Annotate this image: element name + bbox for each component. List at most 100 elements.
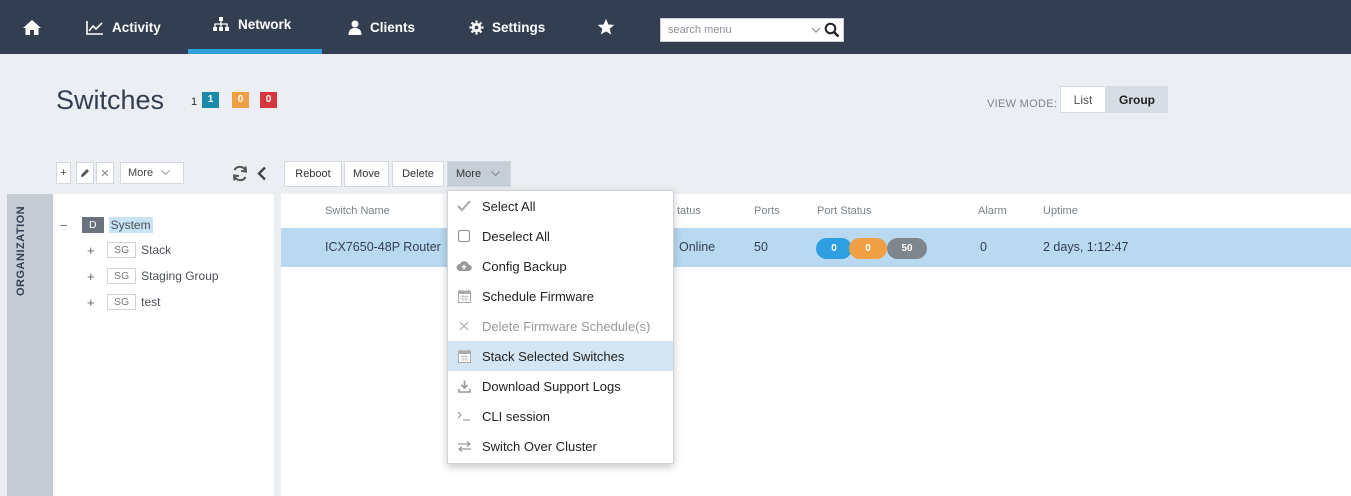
switch-group-tag: SG: [107, 242, 137, 258]
chevron-down-icon: [491, 171, 500, 177]
search-menu-input[interactable]: [661, 19, 801, 41]
menu-item-label: CLI session: [482, 408, 550, 424]
menu-item-config-backup[interactable]: Config Backup: [448, 251, 673, 281]
nav-clients-label: Clients: [370, 19, 416, 35]
menu-item-label: Deselect All: [482, 228, 550, 244]
column-header-port-status[interactable]: Port Status: [817, 205, 871, 217]
nav-network[interactable]: Network: [188, 0, 322, 54]
pencil-icon: [81, 169, 89, 177]
menu-item-deselect-all[interactable]: Deselect All: [448, 221, 673, 251]
status-badge-warning: 0: [232, 92, 249, 108]
organization-tree: [53, 194, 274, 496]
tree-expand-toggle[interactable]: +: [87, 295, 97, 310]
cloud-upload-icon: [456, 258, 472, 274]
calendar-icon: [456, 288, 472, 304]
cell-switch-name[interactable]: ICX7650-48P Router: [325, 240, 441, 254]
left-more-dropdown[interactable]: More: [120, 162, 184, 184]
column-header-switch-name[interactable]: Switch Name: [325, 205, 390, 217]
nav-activity[interactable]: Activity: [86, 0, 161, 54]
menu-item-delete-firmware-schedule[interactable]: Delete Firmware Schedule(s): [448, 311, 673, 341]
more-actions-menu: Select All Deselect All Config Backup Sc…: [447, 190, 674, 464]
reboot-button[interactable]: Reboot: [284, 161, 342, 187]
delete-group-button[interactable]: ✕: [96, 162, 114, 184]
switch-group-tag: SG: [107, 268, 137, 284]
tree-node-stack[interactable]: + SG Stack: [87, 242, 171, 258]
tree-node-test[interactable]: + SG test: [87, 294, 161, 310]
organization-sidebar-tab[interactable]: [7, 194, 53, 496]
tree-expand-toggle[interactable]: +: [87, 243, 97, 258]
menu-item-label: Delete Firmware Schedule(s): [482, 318, 651, 334]
nav-activity-label: Activity: [112, 19, 161, 35]
delete-button[interactable]: Delete: [392, 161, 444, 187]
view-mode-list-button[interactable]: List: [1060, 86, 1106, 113]
move-button[interactable]: Move: [344, 161, 389, 187]
activity-chart-icon: [86, 20, 103, 35]
download-icon: [456, 378, 472, 394]
home-icon[interactable]: [22, 18, 42, 36]
column-header-alarm[interactable]: Alarm: [978, 205, 1007, 217]
organization-label: ORGANIZATION: [15, 205, 27, 296]
column-header-status[interactable]: tatus: [677, 205, 701, 217]
menu-item-label: Stack Selected Switches: [482, 348, 625, 364]
menu-item-download-support-logs[interactable]: Download Support Logs: [448, 371, 673, 401]
collapse-panel-icon[interactable]: [256, 166, 268, 181]
menu-item-label: Download Support Logs: [482, 378, 621, 394]
search-menu-box: [660, 18, 844, 42]
network-icon: [213, 17, 229, 31]
tree-node-label[interactable]: Stack: [141, 243, 171, 257]
port-status-down-pill: 50: [887, 238, 927, 259]
view-mode-label: VIEW MODE:: [987, 98, 1058, 110]
switch-group-tag: SG: [107, 294, 137, 310]
refresh-icon[interactable]: [231, 165, 249, 182]
swap-icon: [456, 438, 472, 454]
user-icon: [348, 20, 362, 35]
switch-count: 1: [191, 96, 198, 108]
menu-item-select-all[interactable]: Select All: [448, 191, 673, 221]
more-actions-dropdown[interactable]: More: [447, 161, 511, 187]
nav-clients[interactable]: Clients: [348, 0, 415, 54]
nav-settings[interactable]: Settings: [469, 0, 545, 54]
column-header-uptime[interactable]: Uptime: [1043, 205, 1078, 217]
tree-collapse-toggle[interactable]: −: [60, 218, 70, 233]
cell-ports: 50: [754, 240, 768, 254]
port-status-warning-pill: 0: [849, 238, 887, 259]
check-icon: [456, 198, 472, 214]
menu-item-schedule-firmware[interactable]: Schedule Firmware: [448, 281, 673, 311]
tree-node-system[interactable]: − D System: [60, 217, 153, 233]
chevron-down-icon: [161, 170, 170, 176]
star-icon[interactable]: [597, 18, 615, 36]
menu-item-cli-session[interactable]: CLI session: [448, 401, 673, 431]
more-actions-label: More: [456, 168, 482, 180]
menu-item-label: Schedule Firmware: [482, 288, 594, 304]
menu-item-label: Switch Over Cluster: [482, 438, 597, 454]
terminal-icon: [456, 408, 472, 424]
status-badge-offline: 0: [260, 92, 277, 108]
edit-group-button[interactable]: [76, 162, 94, 184]
cell-alarm: 0: [980, 240, 987, 254]
chevron-down-icon[interactable]: [811, 25, 821, 35]
search-icon[interactable]: [824, 22, 840, 38]
page-title: Switches: [56, 85, 165, 115]
tree-node-label[interactable]: test: [141, 295, 160, 309]
status-badge-online: 1: [202, 92, 219, 108]
top-navigation-bar: Activity Network Clients Settings: [0, 0, 1351, 54]
port-status-up-pill: 0: [816, 238, 852, 259]
tree-node-label[interactable]: Staging Group: [141, 269, 218, 283]
cell-uptime: 2 days, 1:12:47: [1043, 240, 1129, 254]
calendar-icon: [456, 348, 472, 364]
menu-item-stack-selected-switches[interactable]: Stack Selected Switches: [448, 341, 673, 371]
tree-expand-toggle[interactable]: +: [87, 269, 97, 284]
menu-item-switch-over-cluster[interactable]: Switch Over Cluster: [448, 431, 673, 461]
left-more-label: More: [128, 167, 154, 179]
gear-icon: [469, 19, 484, 35]
menu-item-label: Config Backup: [482, 258, 567, 274]
nav-network-label: Network: [238, 17, 292, 32]
nav-settings-label: Settings: [492, 19, 546, 35]
menu-item-label: Select All: [482, 198, 536, 214]
x-icon: [456, 318, 472, 334]
tree-node-label[interactable]: System: [108, 217, 153, 233]
tree-node-staging-group[interactable]: + SG Staging Group: [87, 268, 219, 284]
column-header-ports[interactable]: Ports: [754, 205, 780, 217]
view-mode-group-button[interactable]: Group: [1106, 86, 1168, 113]
add-group-button[interactable]: +: [56, 162, 71, 184]
